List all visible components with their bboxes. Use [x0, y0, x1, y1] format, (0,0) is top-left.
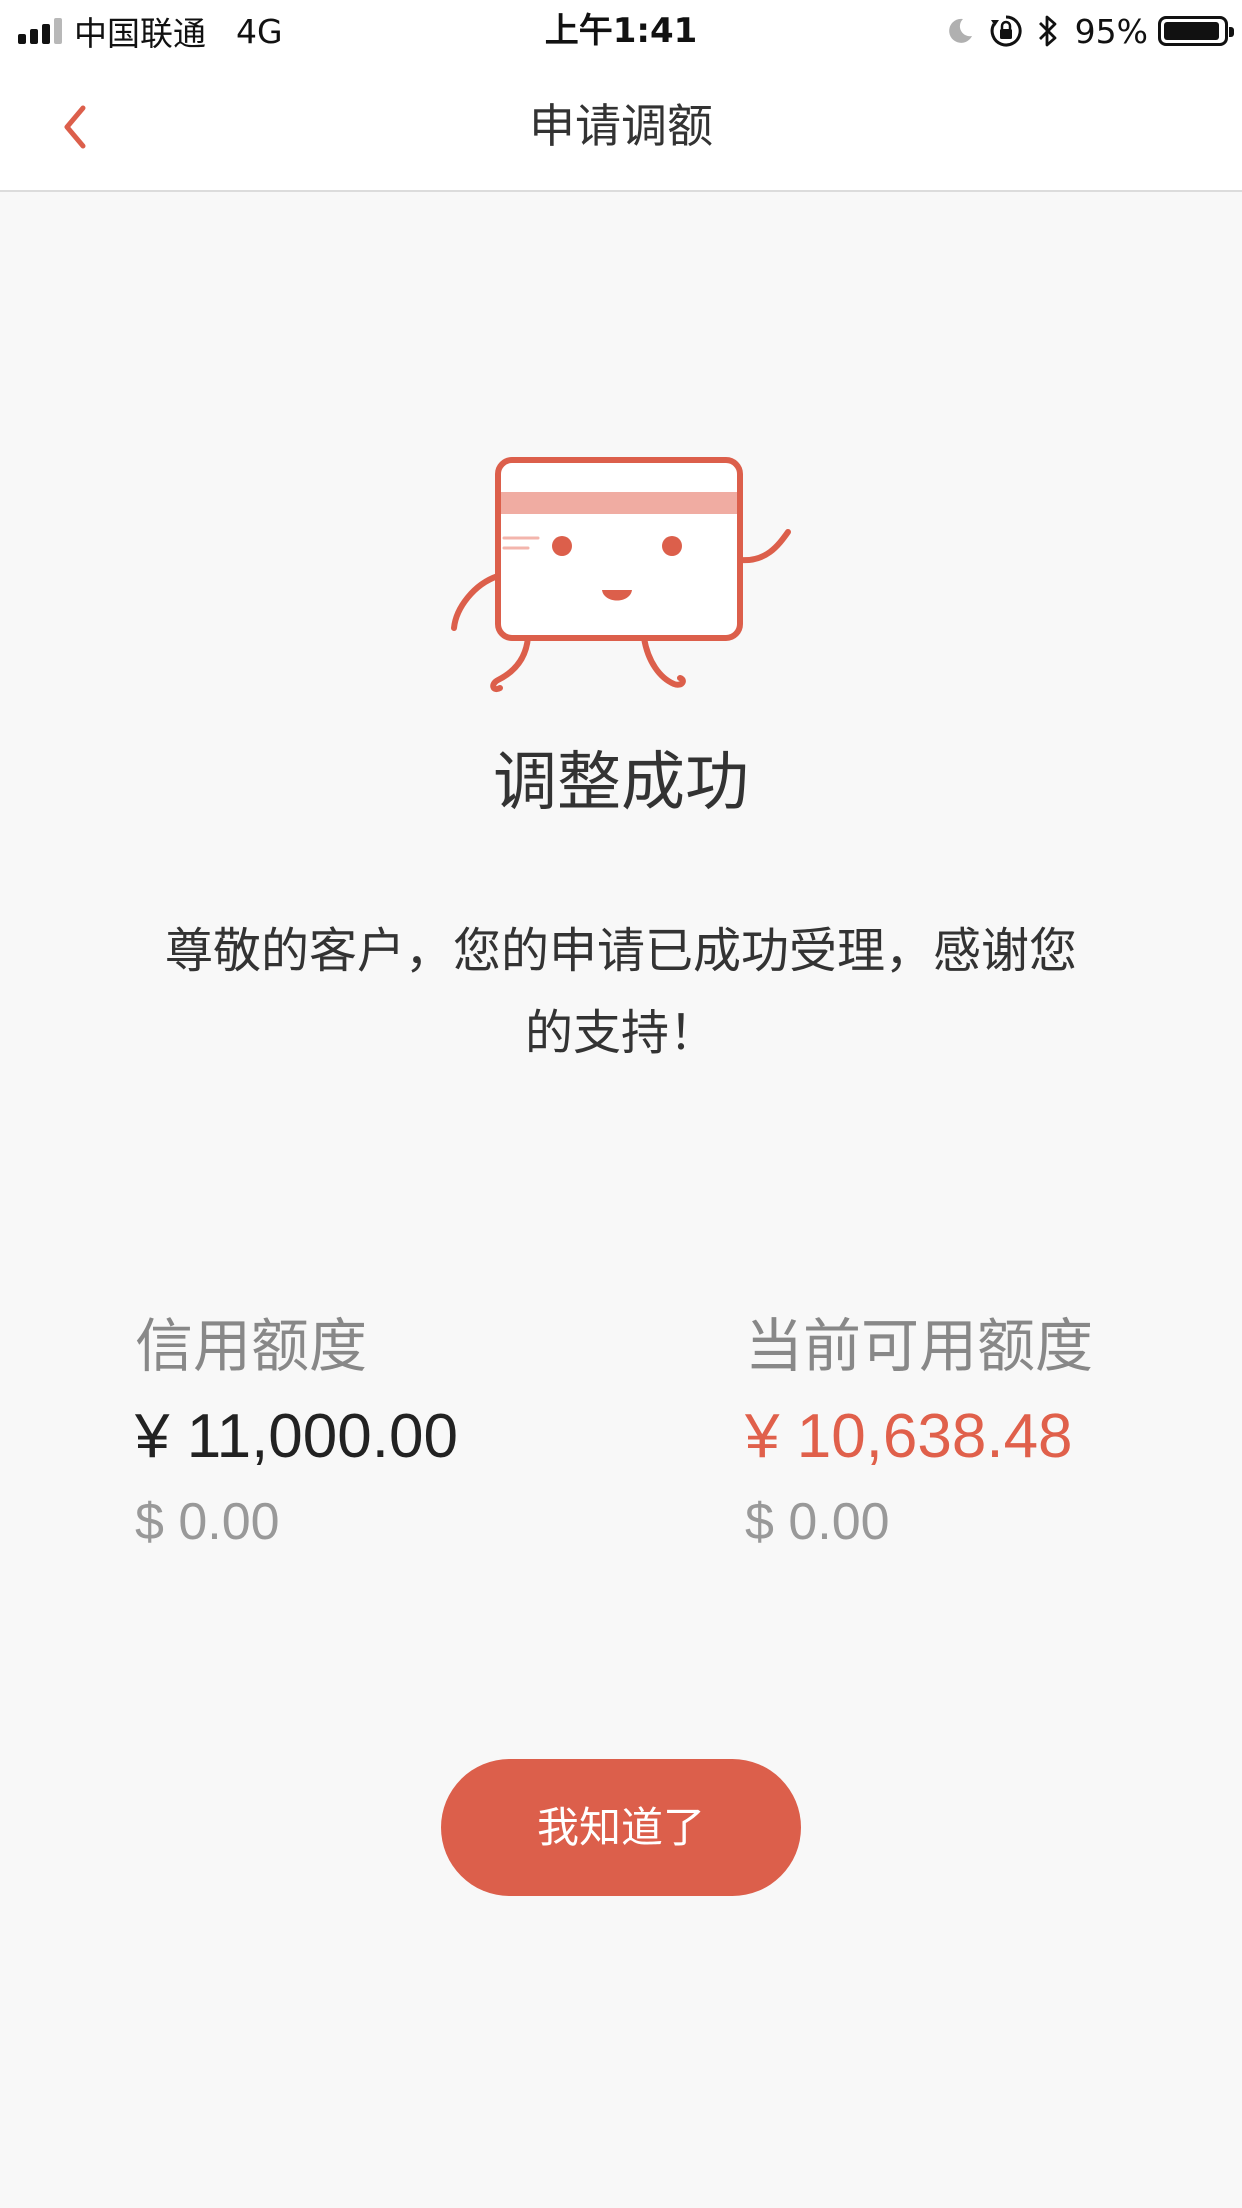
status-right: 95%	[931, 8, 1234, 54]
navigation-bar: 申请调额	[0, 62, 1242, 192]
available-limit-label: 当前可用额度	[745, 1312, 1094, 1380]
status-bar: 中国联通 4G 上午1:41 95%	[0, 0, 1242, 62]
card-mascot-icon	[451, 457, 791, 692]
credit-limit-cny: ¥ 11,000.00	[135, 1402, 458, 1471]
page-title: 申请调额	[529, 99, 713, 153]
available-limit-usd: $ 0.00	[745, 1493, 890, 1551]
bluetooth-icon	[1037, 14, 1059, 48]
battery-fill	[1164, 22, 1220, 40]
result-title: 调整成功	[493, 746, 749, 820]
orientation-lock-icon	[989, 14, 1023, 48]
battery-icon	[1158, 16, 1234, 46]
moon-icon	[945, 16, 975, 46]
credit-limit-block: 信用额度 ¥ 11,000.00 $ 0.00	[135, 1306, 458, 1562]
acknowledge-button[interactable]: 我知道了	[441, 1759, 801, 1896]
credit-limit-usd: $ 0.00	[135, 1493, 280, 1551]
available-limit-cny: ¥ 10,638.48	[745, 1402, 1073, 1471]
credit-limit-label: 信用额度	[135, 1312, 368, 1380]
available-limit-block: 当前可用额度 ¥ 10,638.48 $ 0.00	[745, 1306, 1093, 1562]
battery-percentage: 95%	[1074, 11, 1148, 51]
result-message: 尊敬的客户，您的申请已成功受理，感谢您的支持！	[164, 923, 1077, 1061]
